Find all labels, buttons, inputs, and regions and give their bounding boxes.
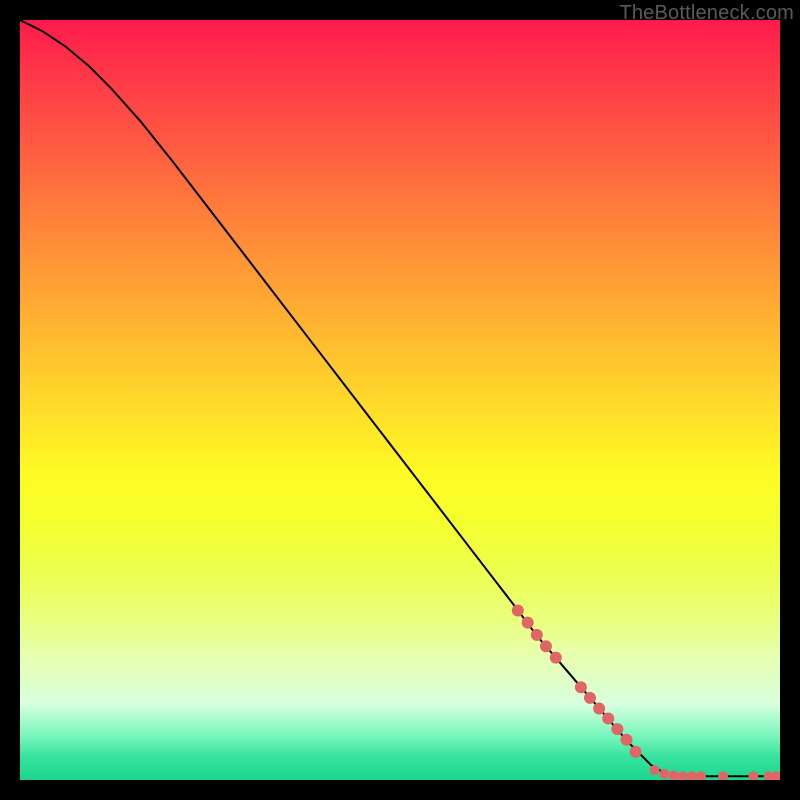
data-marker [584, 692, 596, 704]
data-marker [748, 771, 758, 780]
data-markers [512, 605, 780, 780]
data-marker [696, 771, 706, 780]
data-marker [771, 771, 780, 780]
data-marker [659, 769, 669, 779]
data-marker [678, 771, 688, 780]
data-marker [540, 640, 552, 652]
data-marker [593, 703, 605, 715]
chart-svg [20, 20, 780, 780]
data-marker [522, 617, 534, 629]
data-marker [602, 712, 614, 724]
bottleneck-curve [20, 20, 780, 776]
data-marker [512, 605, 524, 617]
data-marker [669, 770, 679, 780]
data-marker [550, 652, 562, 664]
data-marker [575, 681, 587, 693]
data-marker [650, 765, 660, 775]
plot-area [20, 20, 780, 780]
data-marker [687, 771, 697, 780]
data-marker [620, 734, 632, 746]
chart-root: TheBottleneck.com [0, 0, 800, 800]
data-marker [718, 771, 728, 780]
data-marker [611, 723, 623, 735]
data-marker [531, 629, 543, 641]
data-marker [630, 746, 642, 758]
